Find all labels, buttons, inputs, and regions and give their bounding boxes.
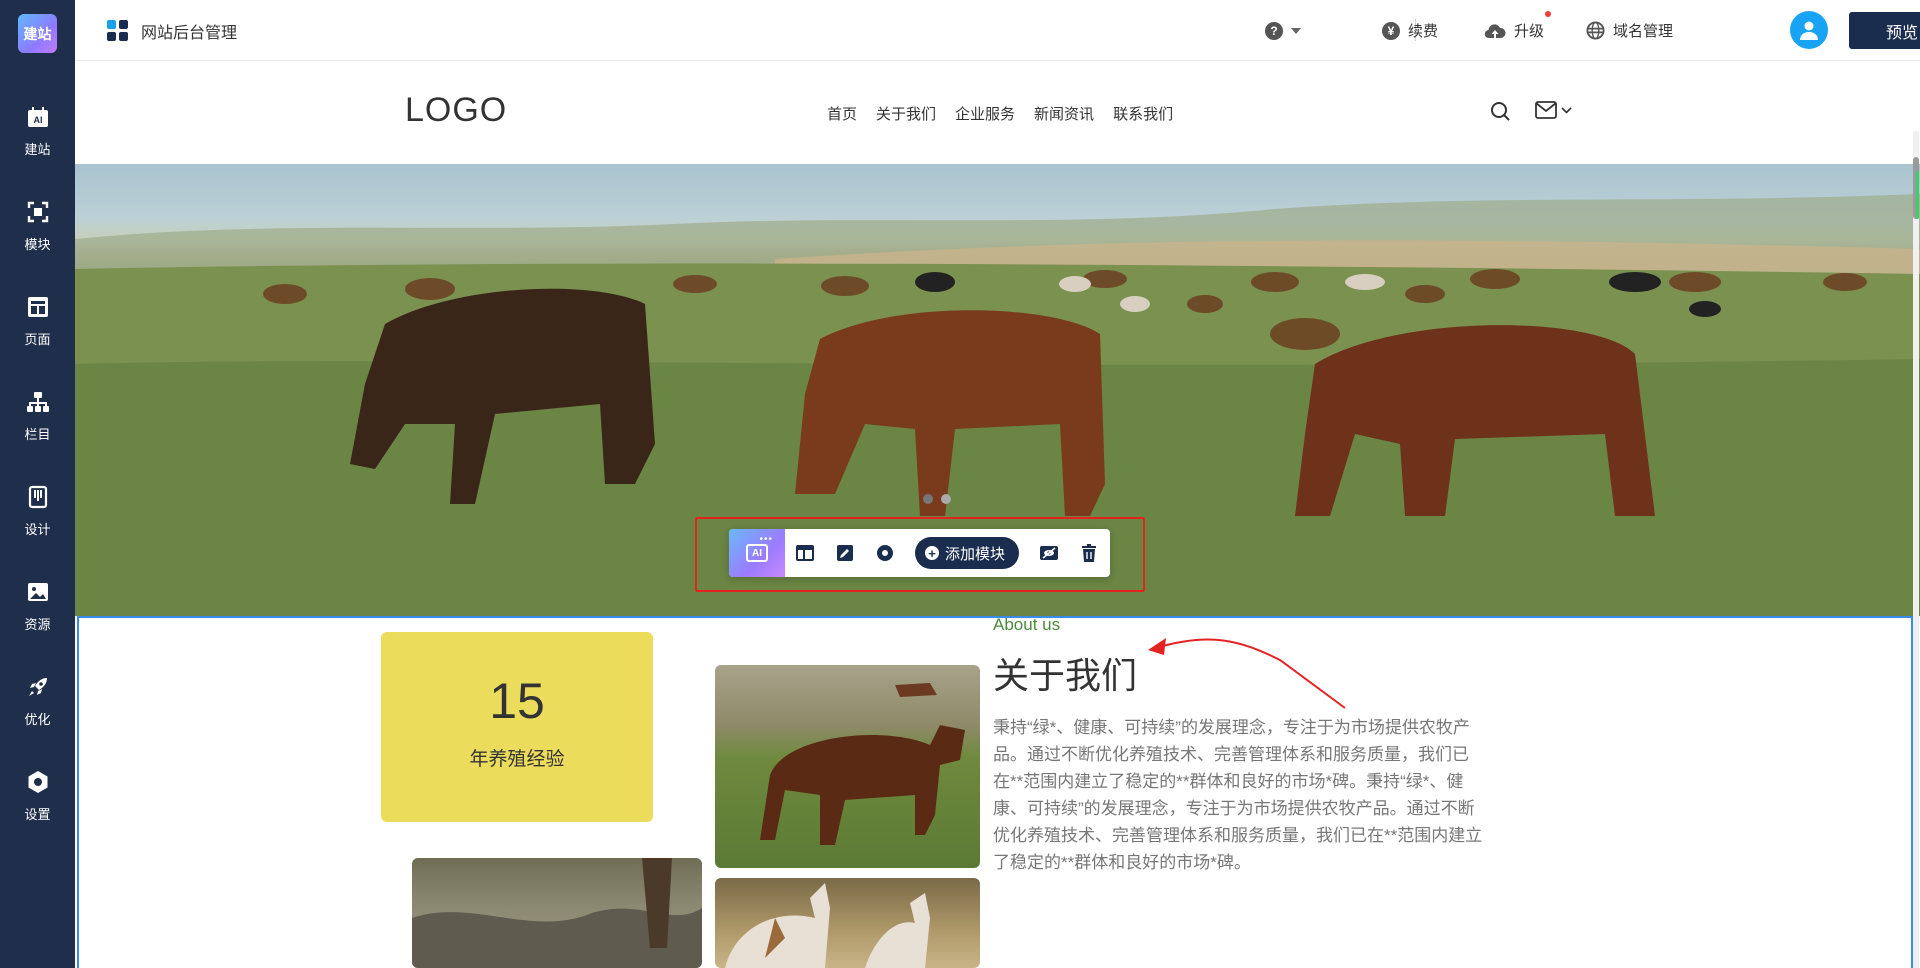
about-title: 关于我们 [993,655,1138,696]
deer-rocks-photo[interactable] [412,858,702,968]
rocket-icon [25,674,51,700]
caret-down-icon [1291,27,1301,34]
about-body-text: 秉持“绿*、健康、可持续”的发展理念，专注于为市场提供农牧产品。通过不断优化养殖… [993,718,1483,872]
domain-globe-icon [1586,21,1605,40]
top-bar: 网站后台管理 ? ¥ 续费 升级 域名管理 预览 [75,0,1920,61]
site-nav-item[interactable]: 新闻资讯 [1034,103,1094,124]
search-icon[interactable] [1490,101,1511,127]
renew-label: 续费 [1408,23,1439,40]
sidebar-item-page[interactable]: 页面 [0,280,75,360]
preview-button[interactable]: 预览 [1849,12,1920,49]
site-nav-item[interactable]: 企业服务 [955,103,1015,124]
scroll-indicator [1916,171,1919,219]
design-icon [25,484,51,510]
sidebar-item-label: 建站 [24,142,51,157]
sidebar-item-label: 模块 [24,237,51,252]
mail-icon [1535,101,1557,119]
help-icon: ? [1265,21,1283,40]
app-title: 网站后台管理 [107,0,237,61]
sidebar-item-label: 设计 [24,522,51,537]
sidebar-item-label: 栏目 [24,427,51,442]
help-menu[interactable]: ? [1265,0,1301,61]
site-nav-item[interactable]: 首页 [827,103,857,124]
annotation-arrow-icon [1148,638,1346,709]
experience-caption: 年养殖经验 [469,749,565,770]
horse-photo[interactable] [715,665,980,868]
sidebar-item-column[interactable]: 栏目 [0,375,75,455]
user-icon [1800,21,1818,40]
experience-years: 15 [489,673,545,729]
left-sidebar: 建站 AI 建站 模块 页面 栏目 设计 资源 优化 设置 [0,0,75,968]
avatar[interactable] [1790,11,1828,49]
page-scrollbar-track[interactable] [1913,131,1919,968]
sidebar-item-optimize[interactable]: 优化 [0,660,75,740]
highlight-annotation-box [695,517,1145,592]
sidebar-item-label: 页面 [24,332,51,347]
sidebar-item-label: 优化 [24,712,51,727]
cloud-upload-icon [1484,23,1506,39]
sidebar-item-design[interactable]: 设计 [0,470,75,550]
mail-menu[interactable] [1535,101,1572,119]
chevron-down-icon [1561,106,1572,114]
yen-icon: ¥ [1382,21,1400,40]
sidebar-item-label: 设置 [24,807,51,822]
module-icon [25,199,51,225]
settings-icon [25,769,51,795]
notification-dot [1545,11,1551,17]
domain-label: 域名管理 [1613,23,1674,40]
page-icon [25,294,51,320]
dashboard-grid-icon [107,19,129,42]
site-header: LOGO 首页 关于我们 企业服务 新闻资讯 联系我们 [75,61,1920,164]
about-subtitle: About us [993,615,1061,634]
antelope-photo[interactable] [715,878,980,968]
site-nav-item[interactable]: 联系我们 [1113,103,1173,124]
domain-management-button[interactable]: 域名管理 [1586,0,1673,61]
brand-logo[interactable]: 建站 [18,14,57,53]
ai-build-icon: AI [25,104,51,130]
app-title-text: 网站后台管理 [141,24,238,42]
column-tree-icon [25,389,51,415]
sidebar-item-module[interactable]: 模块 [0,185,75,265]
svg-text:AI: AI [33,115,42,125]
sidebar-item-settings[interactable]: 设置 [0,755,75,835]
sidebar-item-label: 资源 [24,617,51,632]
renew-button[interactable]: ¥ 续费 [1382,0,1438,61]
upgrade-button[interactable]: 升级 [1484,0,1551,61]
upgrade-label: 升级 [1514,23,1545,40]
resource-image-icon [25,579,51,605]
sidebar-item-build[interactable]: AI 建站 [0,90,75,170]
site-nav-item[interactable]: 关于我们 [876,103,936,124]
site-nav: 首页 关于我们 企业服务 新闻资讯 联系我们 [827,103,1173,124]
sidebar-item-resource[interactable]: 资源 [0,565,75,645]
site-logo[interactable]: LOGO [405,91,507,130]
experience-card: 15 年养殖经验 [381,632,653,822]
